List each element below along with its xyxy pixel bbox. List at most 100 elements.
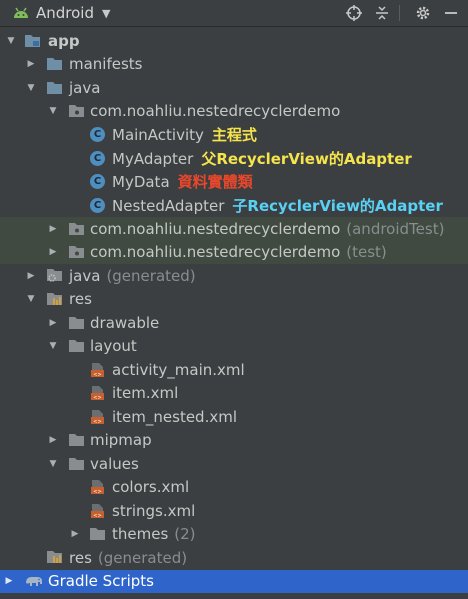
tree-node-package-test[interactable]: ▶ com.noahliu.nestedrecyclerdemo (test) <box>0 240 468 264</box>
tree-node-manifests[interactable]: ▶ manifests <box>0 53 468 77</box>
xml-file-icon: <> <box>89 385 106 402</box>
gear-icon[interactable] <box>412 2 434 24</box>
tree-label: app <box>48 31 80 50</box>
xml-file-icon: <> <box>89 408 106 425</box>
tree-node-res[interactable]: ▼ res <box>0 288 468 312</box>
xml-file-icon: <> <box>89 502 106 519</box>
tree-node-activity-main-xml[interactable]: <> activity_main.xml <box>0 358 468 382</box>
minimize-icon[interactable] <box>440 2 462 24</box>
project-tree: ▼ app ▶ manifests ▼ java ▼ com.noahliu.n… <box>0 29 468 593</box>
chevron-down-icon[interactable]: ▼ <box>48 458 58 470</box>
class-icon: C <box>89 150 106 167</box>
annotation-parent-adapter: 父RecyclerView的Adapter <box>201 149 412 168</box>
tree-node-main-activity[interactable]: C MainActivity 主程式 <box>0 123 468 147</box>
tree-label: Gradle Scripts <box>48 572 154 591</box>
tree-label: MyData <box>112 173 170 192</box>
svg-text:<>: <> <box>93 419 101 425</box>
class-icon: C <box>89 173 106 190</box>
tree-node-colors-xml[interactable]: <> colors.xml <box>0 476 468 500</box>
tree-node-package[interactable]: ▼ com.noahliu.nestedrecyclerdemo <box>0 100 468 124</box>
tree-label: item_nested.xml <box>112 407 237 426</box>
folder-icon <box>46 56 63 73</box>
tree-node-themes[interactable]: ▶ themes (2) <box>0 523 468 547</box>
module-folder-icon <box>24 32 41 49</box>
tree-label: java <box>69 266 101 285</box>
chevron-right-icon[interactable]: ▶ <box>26 270 36 282</box>
chevron-down-icon[interactable]: ▼ <box>48 105 58 117</box>
tree-node-package-android-test[interactable]: ▶ com.noahliu.nestedrecyclerdemo (android… <box>0 217 468 241</box>
folder-icon <box>68 455 85 472</box>
tree-label: values <box>90 454 139 473</box>
chevron-right-icon[interactable]: ▶ <box>48 246 58 258</box>
folder-icon <box>68 338 85 355</box>
tree-label-suffix: (generated) <box>106 266 196 285</box>
tree-node-item-nested-xml[interactable]: <> item_nested.xml <box>0 405 468 429</box>
folder-icon <box>68 432 85 449</box>
annotation-main-program: 主程式 <box>211 126 257 145</box>
tree-label: res <box>69 290 92 309</box>
tree-node-strings-xml[interactable]: <> strings.xml <box>0 499 468 523</box>
tree-label-suffix: (test) <box>346 243 387 262</box>
class-icon: C <box>89 126 106 143</box>
tree-label-suffix: (generated) <box>97 548 188 567</box>
chevron-right-icon[interactable]: ▶ <box>48 223 58 235</box>
package-icon <box>68 244 85 261</box>
chevron-down-icon: ▼ <box>102 6 111 20</box>
tree-node-drawable[interactable]: ▶ drawable <box>0 311 468 335</box>
tree-label: activity_main.xml <box>112 360 245 379</box>
tree-node-res-generated[interactable]: res (generated) <box>0 546 468 570</box>
tree-label-suffix: (androidTest) <box>346 219 445 238</box>
package-icon <box>68 103 85 120</box>
annotation-data-entity: 資料實體類 <box>177 173 253 192</box>
svg-text:<>: <> <box>93 489 101 495</box>
tree-node-java-generated[interactable]: ▶ java (generated) <box>0 264 468 288</box>
svg-text:<>: <> <box>93 372 101 378</box>
chevron-right-icon[interactable]: ▶ <box>26 58 36 70</box>
tree-node-java[interactable]: ▼ java <box>0 76 468 100</box>
chevron-right-icon[interactable]: ▶ <box>48 317 58 329</box>
chevron-right-icon[interactable]: ▶ <box>48 434 58 446</box>
tree-node-my-adapter[interactable]: C MyAdapter 父RecyclerView的Adapter <box>0 147 468 171</box>
tree-node-app[interactable]: ▼ app <box>0 29 468 53</box>
toolbar-divider <box>399 5 400 21</box>
collapse-all-icon[interactable] <box>371 2 393 24</box>
tree-label: com.noahliu.nestedrecyclerdemo <box>90 102 341 121</box>
tree-label-count: (2) <box>174 525 196 544</box>
chevron-right-icon[interactable]: ▶ <box>70 528 80 540</box>
tree-node-nested-adapter[interactable]: C NestedAdapter 子RecyclerView的Adapter <box>0 194 468 218</box>
tree-label: MainActivity <box>112 126 204 145</box>
tree-label: item.xml <box>112 384 179 403</box>
project-panel: Android ▼ ▼ app ▶ manifests ▼ java ▼ com… <box>0 0 468 599</box>
folder-icon <box>89 526 106 543</box>
chevron-down-icon[interactable]: ▼ <box>26 293 36 305</box>
resource-folder-icon <box>46 549 63 566</box>
gradle-elephant-icon <box>24 573 44 590</box>
package-icon <box>68 220 85 237</box>
tree-node-gradle-scripts[interactable]: ▶ Gradle Scripts <box>0 569 468 593</box>
tree-label: strings.xml <box>112 501 196 520</box>
chevron-right-icon[interactable]: ▶ <box>4 575 14 587</box>
tree-label: java <box>69 78 101 97</box>
chevron-down-icon[interactable]: ▼ <box>6 35 16 47</box>
tree-node-mipmap[interactable]: ▶ mipmap <box>0 429 468 453</box>
chevron-down-icon[interactable]: ▼ <box>48 340 58 352</box>
tree-node-item-xml[interactable]: <> item.xml <box>0 382 468 406</box>
folder-icon <box>46 79 63 96</box>
tree-node-layout[interactable]: ▼ layout <box>0 335 468 359</box>
tree-node-my-data[interactable]: C MyData 資料實體類 <box>0 170 468 194</box>
tree-label: themes <box>112 525 169 544</box>
tree-node-values[interactable]: ▼ values <box>0 452 468 476</box>
tree-label: manifests <box>69 55 143 74</box>
svg-text:<>: <> <box>93 395 101 401</box>
tree-label: drawable <box>90 313 160 332</box>
crosshair-icon[interactable] <box>343 2 365 24</box>
tree-label: com.noahliu.nestedrecyclerdemo <box>90 243 341 262</box>
folder-icon <box>68 314 85 331</box>
svg-text:<>: <> <box>93 513 101 519</box>
view-selector-dropdown[interactable]: Android ▼ <box>0 0 110 26</box>
android-icon <box>12 4 30 23</box>
tree-label: NestedAdapter <box>112 196 225 215</box>
tree-label: com.noahliu.nestedrecyclerdemo <box>90 219 341 238</box>
chevron-down-icon[interactable]: ▼ <box>26 82 36 94</box>
generated-folder-icon <box>46 267 63 284</box>
